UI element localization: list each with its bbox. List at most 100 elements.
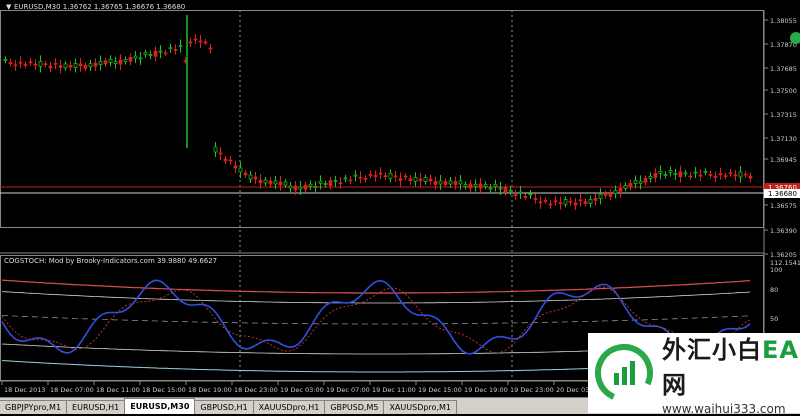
candle-body [723, 175, 728, 178]
candle-body [268, 180, 273, 185]
price-tick-label: 1.38055 [770, 17, 797, 25]
candle-body [433, 181, 438, 185]
candle-body [373, 175, 378, 177]
candle-body [718, 173, 723, 175]
candle-body [493, 184, 498, 187]
price-tick-label: 1.37130 [770, 135, 797, 143]
candle-body [173, 49, 178, 51]
price-tick-label: 1.37500 [770, 87, 797, 95]
indicator-level-label: 80 [770, 286, 778, 294]
candle-body [103, 60, 108, 65]
chart-header-arrow[interactable]: ▼ [6, 3, 12, 11]
chart-tab[interactable]: GBPUSD,H1 [194, 400, 254, 414]
watermark-title-cn: 外汇小白 [662, 336, 762, 364]
candle-body [628, 183, 633, 187]
candle-body [283, 181, 288, 186]
candle-body [8, 62, 13, 64]
candle-body [728, 172, 733, 175]
candle-body [273, 180, 278, 185]
price-tick-label: 1.36575 [770, 202, 797, 210]
candles-group [3, 15, 753, 210]
candle-body [78, 63, 83, 67]
candle-body [653, 173, 658, 178]
candle-body [693, 171, 698, 174]
candle-body [163, 52, 168, 55]
candle-body [428, 178, 433, 182]
watermark-title: 外汇小白EA 网 [662, 330, 800, 400]
time-tick-label: 18 Dec 2013 [4, 386, 46, 394]
chart-tab[interactable]: XAUUSDpro,H1 [252, 400, 326, 414]
candle-body [288, 185, 293, 189]
candle-body [443, 181, 448, 185]
candle-body [578, 199, 583, 202]
candle-body [358, 176, 363, 179]
candle-body [208, 47, 213, 50]
candle-body [583, 201, 588, 204]
candle-body [98, 61, 103, 65]
time-tick-label: 19 Dec 23:00 [510, 386, 554, 394]
candle-body [363, 177, 368, 180]
watermark-title-tail: 网 [662, 371, 687, 399]
candle-body [238, 167, 243, 173]
price-tick-label: 1.37315 [770, 111, 797, 119]
time-tick-label: 18 Dec 23:00 [234, 386, 278, 394]
candle-body [663, 174, 668, 176]
chart-tab[interactable]: GBPUSD,M5 [324, 400, 385, 414]
candle-body [688, 175, 693, 178]
candle-body [243, 172, 248, 176]
candle-body [398, 178, 403, 181]
candle-body [713, 176, 718, 178]
price-tick-label: 1.37685 [770, 65, 797, 73]
chart-tab[interactable]: EURUSD,M30 [124, 398, 196, 414]
time-tick-label: 19 Dec 07:00 [326, 386, 370, 394]
candle-body [458, 180, 463, 185]
candle-body [298, 186, 303, 190]
candle-body [3, 58, 8, 61]
candle-body [228, 159, 233, 162]
candle-body [503, 187, 508, 193]
current-price-label: 1.36680 [768, 190, 797, 198]
indicator-header: COGSTOCH: Mod by Brooky-Indicators.com 3… [4, 257, 217, 265]
time-tick-label: 18 Dec 11:00 [96, 386, 140, 394]
candle-body [683, 172, 688, 175]
candle-body [293, 185, 298, 191]
candle-body [168, 47, 173, 50]
candle-body [733, 174, 738, 177]
candle-body [68, 64, 73, 68]
chart-tab[interactable]: GBPJPYpro,M1 [0, 400, 68, 414]
candle-body [558, 202, 563, 204]
time-tick-label: 18 Dec 15:00 [142, 386, 186, 394]
candle-body [248, 174, 253, 180]
candle-body [223, 158, 228, 162]
candle-body [63, 63, 68, 69]
candle-body [178, 45, 183, 47]
chart-tab[interactable]: XAUUSDpro,M1 [383, 400, 457, 414]
time-tick-label: 19 Dec 03:00 [280, 386, 324, 394]
candle-body [388, 172, 393, 179]
candle-body [353, 174, 358, 177]
candle-body [278, 181, 283, 186]
candle-body [573, 202, 578, 206]
candle-body [748, 175, 753, 179]
chart-tab[interactable]: EURUSD,H1 [66, 400, 126, 414]
candle-body [623, 185, 628, 189]
candle-body [53, 62, 58, 65]
candle-body [563, 199, 568, 205]
time-tick-label: 19 Dec 15:00 [418, 386, 462, 394]
candle-body [148, 54, 153, 56]
candle-body [368, 174, 373, 176]
candle-body [113, 61, 118, 65]
time-tick-label: 18 Dec 19:00 [188, 386, 232, 394]
watermark-url: www.waihui333.com [662, 402, 786, 416]
candle-body [508, 189, 513, 192]
candle-body [618, 188, 623, 192]
watermark-title-ea: EA [762, 336, 799, 364]
candle-body [633, 180, 638, 184]
candle-body [28, 61, 33, 64]
candle-body [33, 63, 38, 66]
candle-body [643, 178, 648, 183]
candle-body [473, 184, 478, 187]
indicator-level-label: 50 [770, 315, 778, 323]
candle-body [528, 193, 533, 196]
candle-body [143, 52, 148, 56]
